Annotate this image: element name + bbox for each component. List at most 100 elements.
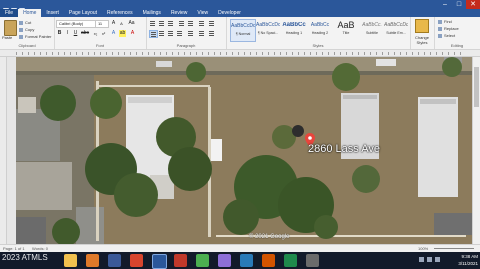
copy-button[interactable]: Copy (19, 27, 34, 32)
style-sample: AaBbCcDc (384, 22, 408, 28)
style-sample: AaBbCc. (362, 22, 382, 28)
style-name: ¶ Normal (235, 32, 251, 36)
bold-button[interactable]: B (56, 30, 63, 37)
styles-group-label: Styles (312, 43, 324, 48)
line-spacing-icon[interactable] (187, 30, 194, 36)
underline-button[interactable]: U (72, 30, 79, 37)
align-right-icon[interactable] (167, 30, 174, 36)
satellite-view (16, 57, 472, 244)
volume-icon[interactable] (427, 257, 432, 262)
align-left-icon[interactable] (149, 30, 158, 38)
format-painter-button[interactable]: Format Painter (19, 34, 51, 39)
style-no-spacing[interactable]: AaBbCcDc ¶ No Spaci... (256, 19, 280, 40)
italic-button[interactable]: I (64, 30, 71, 37)
paragraph-group: Paragraph (146, 17, 227, 49)
firefox-icon[interactable] (86, 254, 99, 267)
outlook-icon[interactable] (240, 254, 253, 267)
clipboard-group-label: Clipboard (18, 43, 36, 48)
paragraph-group-label: Paragraph (176, 43, 196, 48)
shading-icon[interactable] (198, 30, 205, 36)
clock-date: 3/11/2021 (458, 261, 478, 266)
font-family-select[interactable]: Calibri (Body) (56, 20, 96, 28)
watermark-text: 2023 ATMLS (2, 253, 48, 262)
taskbar: 9:38 AM 3/11/2021 (0, 252, 480, 269)
change-styles-group: Change Styles (410, 17, 435, 49)
paste-icon[interactable] (4, 20, 17, 36)
font-group-label: Font (95, 43, 104, 48)
clock[interactable]: 9:38 AM 3/11/2021 (458, 253, 478, 267)
style-heading-1[interactable]: AaBbCc Heading 1 (282, 19, 306, 40)
text-effects-icon[interactable]: A (110, 30, 117, 37)
battery-icon[interactable] (435, 257, 440, 262)
vertical-scrollbar[interactable] (472, 57, 480, 244)
editing-group: Find Replace Select Editing (434, 17, 480, 49)
style-name: Subtitle (366, 31, 378, 35)
pdf-icon[interactable] (174, 254, 187, 267)
network-icon[interactable] (419, 257, 424, 262)
select-button[interactable]: Select (438, 33, 455, 38)
powerpoint-icon[interactable] (262, 254, 275, 267)
close-button[interactable]: ✕ (466, 0, 480, 9)
tab-home[interactable]: Home (18, 9, 42, 17)
minimize-button[interactable]: – (438, 0, 452, 9)
strikethrough-icon[interactable]: abc (81, 30, 89, 37)
pilcrow-icon[interactable] (208, 20, 215, 26)
ie-icon[interactable] (130, 254, 143, 267)
maximize-button[interactable]: □ (452, 0, 466, 9)
style-heading-2[interactable]: AaBbCc Heading 2 (308, 19, 332, 40)
font-size-select[interactable]: 11 (95, 20, 109, 28)
style-name: Title (342, 31, 350, 35)
tab-developer[interactable]: Developer (213, 9, 246, 17)
style-normal[interactable]: AaBbCcDc ¶ Normal (230, 19, 256, 42)
font-group: Calibri (Body) 11 A A Aa B I U abc x₂ x²… (54, 17, 147, 49)
multilevel-list-icon[interactable] (167, 20, 174, 26)
tab-review[interactable]: Review (166, 9, 192, 17)
aerial-map-image[interactable]: 2860 Lass Ave © 2021 Google (16, 57, 472, 244)
style-title[interactable]: AaB Title (334, 19, 358, 40)
cut-button[interactable]: Cut (19, 20, 31, 25)
map-copyright: © 2021 Google (249, 234, 290, 240)
increase-indent-icon[interactable] (187, 20, 194, 26)
font-color-icon[interactable]: A (129, 30, 136, 37)
tab-insert[interactable]: Insert (41, 9, 64, 17)
word-icon[interactable] (152, 254, 167, 269)
settings-icon[interactable] (306, 254, 319, 267)
replace-button[interactable]: Replace (438, 26, 459, 31)
app-icon[interactable] (218, 254, 231, 267)
change-styles-button[interactable]: Change Styles (412, 19, 432, 45)
quick-access-toolbar (3, 1, 63, 14)
superscript-icon[interactable]: x² (100, 30, 107, 37)
numbering-icon[interactable] (158, 20, 165, 26)
style-subtitle[interactable]: AaBbCc. Subtitle (360, 19, 384, 40)
change-case-icon[interactable]: Aa (128, 20, 135, 27)
excel-icon[interactable] (284, 254, 297, 267)
paste-button[interactable]: Paste (2, 35, 12, 40)
style-sample: AaBbCcDc (231, 23, 255, 29)
tab-page-layout[interactable]: Page Layout (64, 9, 102, 17)
tab-references[interactable]: References (102, 9, 138, 17)
shrink-font-icon[interactable]: A (118, 20, 125, 27)
maps-icon[interactable] (196, 254, 209, 267)
facebook-icon[interactable] (108, 254, 121, 267)
grow-font-icon[interactable]: A (110, 20, 117, 27)
decrease-indent-icon[interactable] (178, 20, 185, 26)
tab-view[interactable]: View (192, 9, 213, 17)
tab-file[interactable]: File (0, 9, 19, 17)
vertical-ruler[interactable] (0, 57, 7, 244)
address-label: 2860 Lass Ave (308, 143, 380, 155)
chrome-icon[interactable] (64, 254, 77, 267)
justify-icon[interactable] (176, 30, 183, 36)
find-button[interactable]: Find (438, 19, 452, 24)
tab-mailings[interactable]: Mailings (138, 9, 166, 17)
zoom-slider[interactable] (434, 248, 474, 249)
style-subtle-emphasis[interactable]: AaBbCcDc Subtle Em... (384, 19, 408, 40)
styles-group: AaBbCcDc ¶ Normal AaBbCcDc ¶ No Spaci...… (226, 17, 411, 49)
borders-icon[interactable] (208, 30, 215, 36)
scrollbar-thumb[interactable] (474, 67, 479, 107)
bullets-icon[interactable] (149, 20, 156, 26)
highlight-icon[interactable]: ab (119, 30, 126, 37)
sort-icon[interactable] (198, 20, 205, 26)
horizontal-ruler[interactable] (0, 50, 480, 57)
align-center-icon[interactable] (158, 30, 165, 36)
subscript-icon[interactable]: x₂ (92, 30, 99, 37)
